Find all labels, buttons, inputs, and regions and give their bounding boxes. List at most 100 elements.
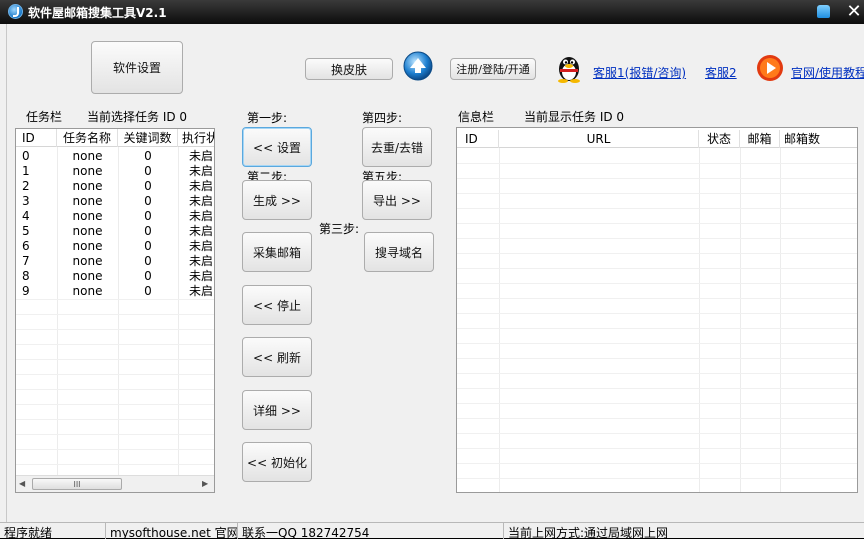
info-col-header-id[interactable]: ID — [457, 130, 499, 148]
scroll-left-arrow-icon[interactable]: ◀ — [19, 479, 25, 488]
initialize-button[interactable]: << 初始化 — [242, 442, 312, 482]
app-logo-icon — [8, 4, 23, 19]
task-cell-status: 未启 — [189, 179, 214, 193]
task-cell-status: 未启 — [189, 209, 214, 223]
skin-shirt-icon[interactable] — [817, 5, 830, 18]
table-row[interactable]: 4 none 0 未启 — [16, 209, 214, 224]
info-col-header-url[interactable]: URL — [499, 130, 699, 148]
task-grid-header: ID 任务名称 关键词数 执行状 — [16, 129, 214, 147]
status-website: mysofthouse.net 官网 — [106, 523, 238, 539]
scroll-right-arrow-icon[interactable]: ▶ — [202, 479, 208, 488]
info-col-header-email[interactable]: 邮箱 — [740, 130, 780, 148]
task-cell-id: 6 — [22, 239, 30, 253]
task-cell-name: none — [72, 179, 103, 193]
table-row[interactable]: 5 none 0 未启 — [16, 224, 214, 239]
task-panel-title: 任务栏 — [26, 110, 63, 124]
generate-button[interactable]: 生成 >> — [242, 180, 312, 220]
info-list-grid[interactable]: ID URL 状态 邮箱 邮箱数 — [456, 127, 858, 493]
task-cell-status: 未启 — [189, 284, 214, 298]
website-tutorial-link[interactable]: 官网/使用教程 — [791, 64, 864, 81]
task-cell-status: 未启 — [189, 239, 214, 253]
status-bar: 程序就绪 mysofthouse.net 官网 联系一QQ 182742754 … — [0, 522, 864, 539]
step4-label: 第四步: — [362, 111, 403, 125]
task-cell-id: 7 — [22, 254, 30, 268]
current-display-task-label: 当前显示任务 ID 0 — [524, 110, 625, 124]
dedupe-button[interactable]: 去重/去错 — [362, 127, 432, 167]
task-cell-keywords: 0 — [144, 209, 152, 223]
table-row[interactable]: 7 none 0 未启 — [16, 254, 214, 269]
table-row[interactable]: 1 none 0 未启 — [16, 164, 214, 179]
info-grid-header: ID URL 状态 邮箱 邮箱数 — [457, 130, 857, 148]
title-bar: 软件屋邮箱搜集工具V2.1 ✕ — [0, 0, 864, 24]
task-cell-id: 5 — [22, 224, 30, 238]
setup-button[interactable]: << 设置 — [242, 127, 312, 167]
table-row[interactable]: 2 none 0 未启 — [16, 179, 214, 194]
task-cell-id: 3 — [22, 194, 30, 208]
search-domain-button[interactable]: 搜寻域名 — [364, 232, 434, 272]
change-skin-button[interactable]: 换皮肤 — [305, 58, 393, 80]
task-cell-id: 1 — [22, 164, 30, 178]
collect-email-button[interactable]: 采集邮箱 — [242, 232, 312, 272]
table-row[interactable]: 6 none 0 未启 — [16, 239, 214, 254]
table-row[interactable]: 3 none 0 未启 — [16, 194, 214, 209]
detail-button[interactable]: 详细 >> — [242, 390, 312, 430]
step1-label: 第一步: — [247, 111, 288, 125]
task-cell-name: none — [72, 164, 103, 178]
task-cell-status: 未启 — [189, 164, 214, 178]
col-header-task-name[interactable]: 任务名称 — [57, 129, 118, 147]
task-cell-keywords: 0 — [144, 149, 152, 163]
status-ready: 程序就绪 — [0, 523, 106, 539]
refresh-button[interactable]: << 刷新 — [242, 337, 312, 377]
software-settings-button[interactable]: 软件设置 — [91, 41, 183, 94]
task-cell-id: 4 — [22, 209, 30, 223]
main-window: 软件屋邮箱搜集工具V2.1 ✕ 软件设置 换皮肤 注册/登陆/开通 客服1(报错… — [0, 0, 864, 539]
info-panel-title: 信息栏 — [458, 110, 495, 124]
window-title: 软件屋邮箱搜集工具V2.1 — [28, 6, 167, 20]
scroll-thumb[interactable]: III — [32, 478, 122, 490]
step3-label: 第三步: — [319, 222, 360, 236]
task-cell-status: 未启 — [189, 224, 214, 238]
task-cell-status: 未启 — [189, 149, 214, 163]
task-cell-status: 未启 — [189, 194, 214, 208]
play-video-icon[interactable] — [756, 54, 784, 82]
task-cell-name: none — [72, 269, 103, 283]
task-cell-id: 0 — [22, 149, 30, 163]
support1-link[interactable]: 客服1(报错/咨询) — [593, 64, 686, 81]
table-row[interactable]: 8 none 0 未启 — [16, 269, 214, 284]
task-cell-id: 9 — [22, 284, 30, 298]
task-cell-name: none — [72, 284, 103, 298]
task-cell-id: 2 — [22, 179, 30, 193]
task-cell-name: none — [72, 149, 103, 163]
col-header-id[interactable]: ID — [16, 129, 57, 147]
task-cell-name: none — [72, 254, 103, 268]
info-col-header-status[interactable]: 状态 — [699, 130, 740, 148]
task-cell-keywords: 0 — [144, 254, 152, 268]
task-cell-keywords: 0 — [144, 164, 152, 178]
task-cell-keywords: 0 — [144, 284, 152, 298]
task-cell-keywords: 0 — [144, 194, 152, 208]
support2-link[interactable]: 客服2 — [705, 64, 737, 81]
task-cell-id: 8 — [22, 269, 30, 283]
table-row[interactable]: 0 none 0 未启 — [16, 149, 214, 164]
qq-penguin-icon[interactable] — [555, 51, 583, 83]
stop-button[interactable]: << 停止 — [242, 285, 312, 325]
task-grid-hscrollbar[interactable]: ◀ III ▶ — [16, 475, 214, 492]
task-cell-keywords: 0 — [144, 224, 152, 238]
close-icon[interactable]: ✕ — [844, 2, 864, 22]
update-arrow-icon[interactable] — [403, 51, 433, 81]
task-cell-name: none — [72, 209, 103, 223]
col-header-exec-status[interactable]: 执行状 — [178, 129, 214, 147]
status-contact: 联系一QQ 182742754 — [238, 523, 504, 539]
task-cell-keywords: 0 — [144, 269, 152, 283]
info-col-header-email-count[interactable]: 邮箱数 — [780, 130, 857, 148]
register-login-button[interactable]: 注册/登陆/开通 — [450, 58, 536, 80]
col-header-keyword-count[interactable]: 关键词数 — [118, 129, 178, 147]
task-cell-name: none — [72, 224, 103, 238]
table-row[interactable]: 9 none 0 未启 — [16, 284, 214, 299]
export-button[interactable]: 导出 >> — [362, 180, 432, 220]
current-task-label: 当前选择任务 ID 0 — [87, 110, 188, 124]
task-cell-name: none — [72, 194, 103, 208]
task-list-grid[interactable]: ID 任务名称 关键词数 执行状 0 none 0 未启 1 none 0 未启 2 none 0 未… — [15, 128, 215, 493]
task-cell-status: 未启 — [189, 254, 214, 268]
task-cell-status: 未启 — [189, 269, 214, 283]
